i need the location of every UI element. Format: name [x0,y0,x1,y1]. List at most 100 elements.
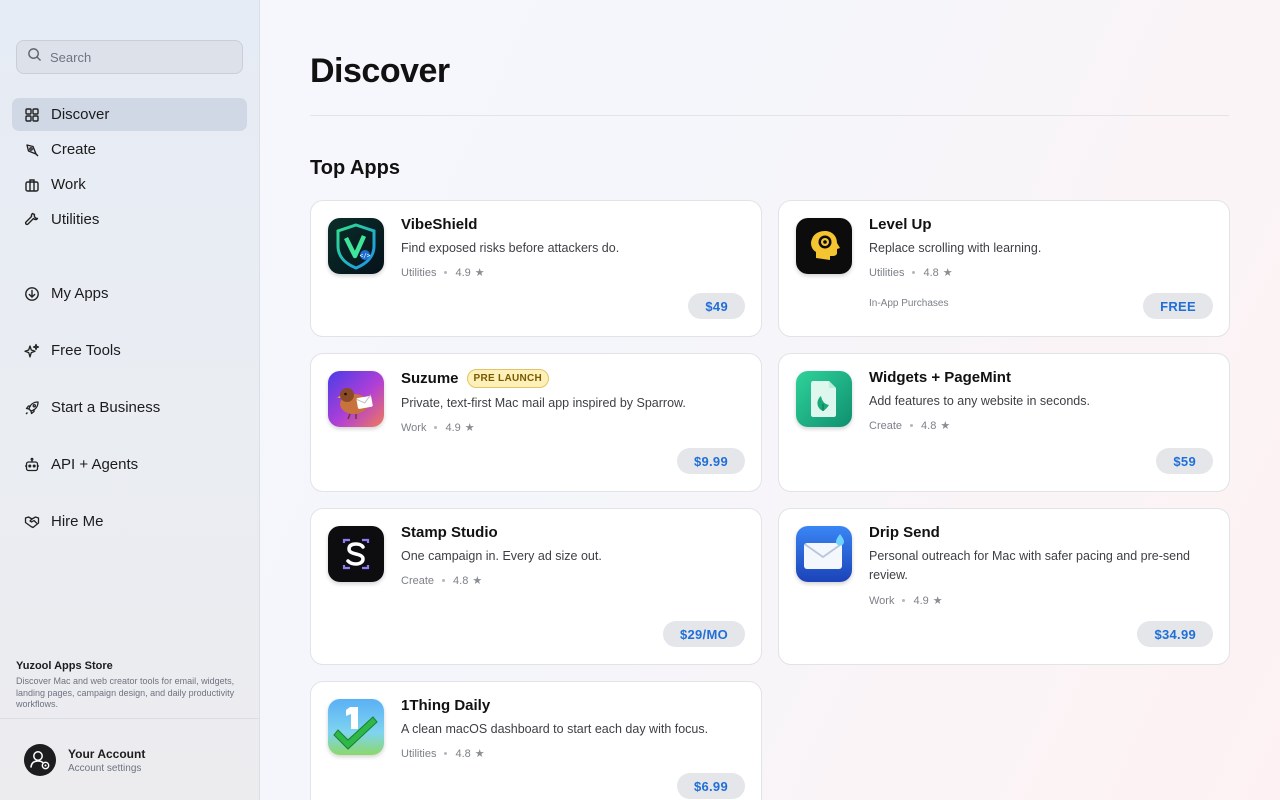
app-rating: 4.8 [923,266,939,279]
account-button[interactable]: Your Account Account settings [24,744,145,776]
app-meta: Utilities 4.9 ★ [401,266,485,280]
app-name: Level Up [869,216,932,233]
app-category: Create [869,419,903,432]
search-icon [27,47,42,67]
app-description: Private, text-first Mac mail app inspire… [401,396,686,410]
sidebar: Discover Create Work Utilities My Apps F… [0,0,260,800]
app-card-level-up[interactable]: Level Up Replace scrolling with learning… [778,200,1230,337]
drip-send-app-icon [796,526,852,582]
store-description: Discover Mac and web creator tools for e… [16,676,235,709]
sidebar-item-work[interactable]: Work [12,168,247,201]
sidebar-item-label: Work [51,176,86,193]
app-meta: Create 4.8 ★ [401,574,483,588]
app-description: Replace scrolling with learning. [869,241,1042,255]
sidebar-item-start-a-business[interactable]: Start a Business [12,391,247,424]
user-gear-icon [30,751,50,770]
app-name: 1Thing Daily [401,697,491,714]
app-rating: 4.9 [913,594,929,607]
briefcase-icon [24,177,40,193]
price-button[interactable]: FREE [1143,293,1213,319]
sidebar-item-label: My Apps [51,285,109,302]
sidebar-item-free-tools[interactable]: Free Tools [12,334,247,367]
sidebar-item-api-agents[interactable]: API + Agents [12,448,247,481]
app-description: A clean macOS dashboard to start each da… [401,722,709,736]
stamp-studio-app-icon [328,526,384,582]
sidebar-item-label: Start a Business [51,399,161,416]
suzume-app-icon [328,371,384,427]
search-field[interactable] [16,40,243,74]
sidebar-item-label: Hire Me [51,513,104,530]
1thing-daily-app-icon [328,699,384,755]
app-category: Create [401,574,435,587]
app-category: Utilities [401,747,437,760]
price-button[interactable]: $29/MO [662,621,745,647]
app-rating: 4.8 [921,419,937,432]
app-category: Work [401,421,427,434]
account-name: Your Account [68,746,146,761]
sidebar-item-label: Free Tools [51,342,121,359]
star-icon: ★ [942,267,953,279]
sparkles-icon [24,343,40,359]
app-card-drip-send[interactable]: Drip Send Personal outreach for Mac with… [778,508,1230,665]
store-title: Yuzool Apps Store [16,660,113,672]
search-input[interactable] [50,49,230,65]
rocket-icon [24,400,40,416]
star-icon: ★ [472,575,483,587]
sidebar-item-hire-me[interactable]: Hire Me [12,505,247,538]
app-rating: 4.9 [455,266,471,279]
price-button[interactable]: $49 [688,293,745,319]
pagemint-app-icon [796,371,852,427]
app-card-stamp-studio[interactable]: Stamp Studio One campaign in. Every ad s… [310,508,762,665]
avatar [24,744,56,776]
star-icon: ★ [464,422,475,434]
price-button[interactable]: $9.99 [676,448,745,474]
section-title: Top Apps [310,157,400,179]
sidebar-item-my-apps[interactable]: My Apps [12,277,247,310]
sidebar-item-discover[interactable]: Discover [12,98,247,131]
app-name: VibeShield [401,216,478,233]
app-name: Widgets + PageMint [869,369,1011,386]
app-card-1thing-daily[interactable]: 1Thing Daily A clean macOS dashboard to … [310,681,762,800]
star-icon: ★ [940,420,951,432]
app-card-widgets-pagemint[interactable]: Widgets + PageMint Add features to any w… [778,353,1230,492]
app-card-vibeshield[interactable]: </> VibeShield Find exposed risks before… [310,200,762,337]
app-meta: Work 4.9 ★ [401,421,475,435]
star-icon: ★ [932,595,943,607]
app-description: Personal outreach for Mac with safer pac… [869,549,1191,582]
sidebar-item-utilities[interactable]: Utilities [12,203,247,236]
sidebar-item-label: Utilities [51,211,100,228]
vibeshield-app-icon: </> [328,218,384,274]
app-rating: 4.9 [445,421,461,434]
app-meta: Work 4.9 ★ [869,594,943,608]
app-meta: Create 4.8 ★ [869,419,951,433]
wrench-icon [24,212,40,228]
price-button[interactable]: $34.99 [1137,621,1213,647]
app-category: Work [869,594,895,607]
app-name: Suzume [401,370,459,387]
sidebar-divider [0,718,259,719]
handshake-icon [24,514,40,530]
app-rating: 4.8 [455,747,471,760]
price-button[interactable]: $59 [1156,448,1213,474]
star-icon: ★ [474,748,485,760]
svg-text:</>: </> [360,253,371,260]
grid-icon [24,107,40,123]
download-circle-icon [24,286,40,302]
app-description: Find exposed risks before attackers do. [401,241,620,255]
app-category: Utilities [401,266,437,279]
app-description: One campaign in. Every ad size out. [401,549,602,563]
app-card-suzume[interactable]: Suzume PRE LAUNCH Private, text-first Ma… [310,353,762,492]
sidebar-item-create[interactable]: Create [12,133,247,166]
app-description: Add features to any website in seconds. [869,394,1090,408]
app-meta: Utilities 4.8 ★ [401,747,485,761]
star-icon: ★ [474,267,485,279]
in-app-purchases-label: In-App Purchases [869,298,949,309]
app-rating: 4.8 [453,574,469,587]
sidebar-item-label: Create [51,141,97,158]
sidebar-item-label: Discover [51,106,110,123]
app-name: Drip Send [869,524,940,541]
price-button[interactable]: $6.99 [676,773,745,799]
pen-tool-icon [24,142,40,158]
title-divider [310,115,1229,116]
robot-icon [24,457,40,473]
